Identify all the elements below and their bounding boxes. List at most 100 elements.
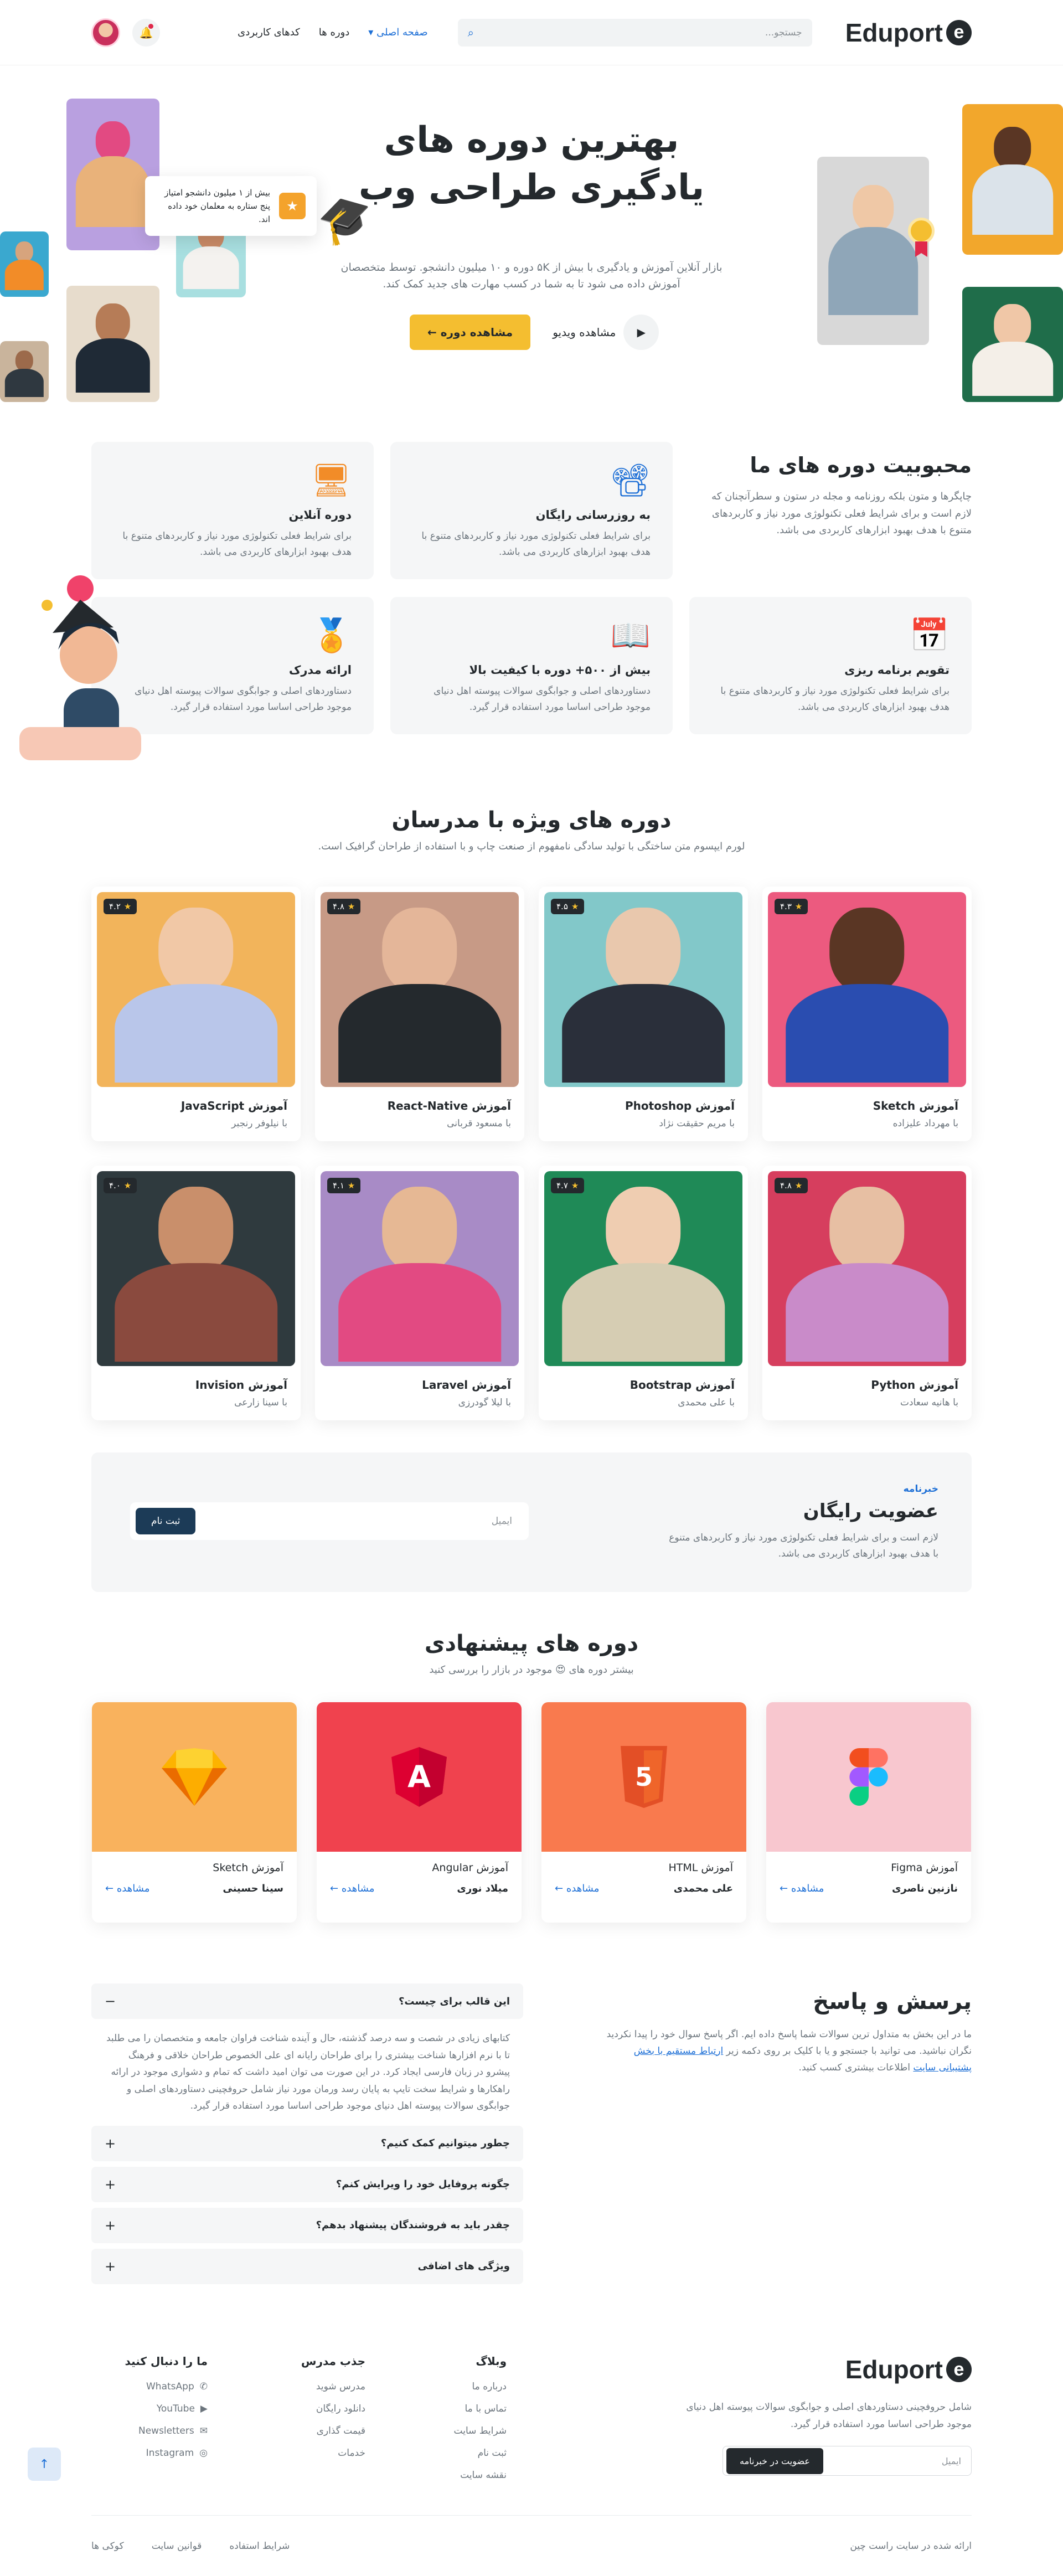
popularity-intro: محبوبیت دوره های ما چاپگرها و متون بلکه … xyxy=(695,453,972,539)
course-title[interactable]: آموزش JavaScript xyxy=(105,1099,287,1112)
menu-item-home[interactable]: صفحه اصلی ▾ xyxy=(368,27,427,38)
course-title[interactable]: آموزش React-Native xyxy=(328,1099,511,1112)
legal-links: شرایط استفاده قوانین سایت کوکی ها xyxy=(91,2541,290,2552)
star-icon: ★ xyxy=(571,901,579,911)
course-title[interactable]: آموزش Invision xyxy=(105,1378,287,1392)
feature-text: برای شرایط فعلی تکنولوژی مورد نیاز و کار… xyxy=(122,530,352,558)
course-card[interactable]: ★ ۴.۵ آموزش Photoshop با مریم حقیقت نژاد xyxy=(539,887,748,1141)
footer-link[interactable]: مدرس شوید xyxy=(301,2381,365,2392)
footer-link[interactable]: دانلود رایگان xyxy=(301,2403,365,2414)
notification-button[interactable]: 🔔 xyxy=(132,18,160,47)
menu-item-courses[interactable]: دوره ها xyxy=(319,27,350,38)
email-field[interactable]: ایمیل xyxy=(492,1516,512,1527)
faq-question-text: چطور میتوانیم کمک کنیم؟ xyxy=(380,2137,510,2150)
footer-link[interactable]: درباره ما xyxy=(454,2381,507,2392)
course-title[interactable]: آموزش Sketch xyxy=(776,1099,958,1112)
footer-link-youtube[interactable]: ▶ YouTube xyxy=(125,2403,208,2414)
course-title[interactable]: آموزش Python xyxy=(776,1378,958,1392)
faq-question-text: این قالب برای چیست؟ xyxy=(398,1995,510,2007)
newsletter-tag: خبرنامه xyxy=(903,1483,938,1495)
course-card[interactable]: ★ ۴.۸ آموزش React-Native با مسعود قربانی xyxy=(315,887,524,1141)
course-title[interactable]: آموزش Laravel xyxy=(328,1378,511,1392)
rating-card-text: بیش از ۱ میلیون دانشجو امتیاز پنج ستاره … xyxy=(164,188,270,224)
avatar[interactable] xyxy=(91,18,120,47)
view-course-link[interactable]: مشاهده ← xyxy=(780,1883,824,1894)
brand-logo[interactable]: e Eduport xyxy=(845,18,972,48)
footer-link-whatsapp[interactable]: ✆ WhatsApp xyxy=(125,2381,208,2392)
feature-card: 📅 تقویم برنامه ریزی برای شرایط فعلی تکنو… xyxy=(689,597,972,734)
legal-link[interactable]: شرایط استفاده xyxy=(229,2541,290,2552)
feature-card: 📖 بیش از ۵۰۰+ دوره با کیفیت بالا دستاورد… xyxy=(390,597,673,734)
course-title[interactable]: آموزش Figma xyxy=(780,1862,958,1874)
course-title[interactable]: آموزش HTML xyxy=(555,1862,733,1874)
course-card[interactable]: ★ ۴.۷ آموزش Bootstrap با علی محمدی xyxy=(539,1166,748,1420)
footer-link[interactable]: شرایط سایت xyxy=(454,2425,507,2436)
view-course-link[interactable]: مشاهده ← xyxy=(555,1883,599,1894)
footer-link[interactable]: خدمات xyxy=(301,2448,365,2459)
svg-text:A: A xyxy=(407,1759,431,1794)
plus-icon: + xyxy=(105,2217,116,2233)
faq-question[interactable]: چقدر باید به فروشندگان پیشنهاد بدهم؟ + xyxy=(91,2207,523,2243)
teacher-course-grid: ★ ۴.۳ آموزش Sketch با مهرداد علیزاده ★ ۴.۵ آمو… xyxy=(91,887,972,1420)
view-label: مشاهده xyxy=(341,1883,375,1894)
view-courses-button[interactable]: مشاهده دوره ← xyxy=(410,315,531,350)
suggested-course-card[interactable]: A آموزش Angular میلاد نوری مشاهده ← xyxy=(317,1702,522,1923)
footer-link-label: Instagram xyxy=(146,2448,194,2459)
footer-link[interactable]: ثبت نام xyxy=(454,2448,507,2459)
course-title[interactable]: آموزش Angular xyxy=(330,1862,508,1874)
faq-question[interactable]: چطور میتوانیم کمک کنیم؟ + xyxy=(91,2125,523,2161)
footer-link-newsletters[interactable]: ✉ Newsletters xyxy=(125,2425,208,2436)
watch-video-button[interactable]: ▶ مشاهده ویدیو xyxy=(553,315,659,350)
course-card[interactable]: ★ ۴.۰ آموزش Invision با سینا زارعی xyxy=(91,1166,301,1420)
course-thumbnail: ★ ۴.۲ xyxy=(97,892,295,1087)
teacher-photo xyxy=(338,1187,501,1366)
footer-link[interactable]: قیمت گذاری xyxy=(301,2425,365,2436)
popularity-section: محبوبیت دوره های ما چاپگرها و متون بلکه … xyxy=(19,442,972,769)
faq-question[interactable]: ویژگی های اضافی + xyxy=(91,2248,523,2284)
legal-link[interactable]: کوکی ها xyxy=(91,2541,124,2552)
suggested-course-card[interactable]: آموزش Figma نازنین ناصری مشاهده ← xyxy=(766,1702,971,1923)
play-icon: ▶ xyxy=(623,315,659,350)
footer-link-label: Newsletters xyxy=(138,2425,194,2436)
course-card[interactable]: ★ ۴.۲ آموزش JavaScript با نیلوفر رنجبر xyxy=(91,887,301,1141)
course-card[interactable]: ★ ۴.۸ آموزش Python با هانیه سعادت xyxy=(762,1166,972,1420)
view-course-link[interactable]: مشاهده ← xyxy=(330,1883,374,1894)
legal-link[interactable]: قوانین سایت xyxy=(152,2541,202,2552)
footer-link[interactable]: تماس با ما xyxy=(454,2403,507,2414)
suggested-course-card[interactable]: 5 آموزش HTML علی محمدی مشاهده ← xyxy=(541,1702,746,1923)
course-card[interactable]: ★ ۴.۳ آموزش Sketch با مهرداد علیزاده xyxy=(762,887,972,1141)
suggested-course-card[interactable]: آموزش Sketch سینا حسینی مشاهده ← xyxy=(92,1702,297,1923)
arrow-up-icon: ↑ xyxy=(39,2457,50,2471)
footer-logo[interactable]: e Eduport xyxy=(684,2355,972,2384)
suggested-courses-section: دوره های پیشنهادی بیشتر دوره های 😍 موجود… xyxy=(91,1631,972,1923)
back-to-top-button[interactable]: ↑ xyxy=(28,2448,61,2481)
footer-link[interactable]: نقشه سایت xyxy=(454,2470,507,2481)
star-icon: ★ xyxy=(794,1181,803,1191)
signup-button[interactable]: ثبت نام xyxy=(136,1508,196,1534)
arrow-left-icon: ← xyxy=(105,1883,114,1894)
search-input[interactable]: جستجو... xyxy=(765,27,802,38)
view-course-link[interactable]: مشاهده ← xyxy=(105,1883,149,1894)
rating-value: ۴.۲ xyxy=(109,901,121,911)
course-title[interactable]: آموزش Sketch xyxy=(105,1862,283,1874)
plus-icon: + xyxy=(105,2176,116,2192)
faq-question[interactable]: چگونه پروفایل خود را ویرایش کنم؟ + xyxy=(91,2166,523,2202)
plus-icon: + xyxy=(105,2258,116,2274)
hero-section: ★ بیش از ۱ میلیون دانشجو امتیاز پنج ستار… xyxy=(0,65,1063,402)
section-subtitle: بیشتر دوره های 😍 موجود در بازار را بررسی… xyxy=(429,1664,634,1676)
course-title[interactable]: آموزش Bootstrap xyxy=(552,1378,735,1392)
hero-title: بهترین دوره های یادگیری طراحی وب xyxy=(358,120,705,209)
course-thumbnail xyxy=(766,1702,971,1852)
course-title[interactable]: آموزش Photoshop xyxy=(552,1099,735,1112)
search-bar[interactable]: جستجو... ⌕ xyxy=(457,18,812,47)
course-thumbnail: ★ ۴.۷ xyxy=(544,1171,742,1366)
email-field[interactable]: ایمیل xyxy=(942,2456,961,2466)
subscribe-button[interactable]: عضویت در خبرنامه xyxy=(726,2448,823,2474)
search-icon[interactable]: ⌕ xyxy=(468,26,474,39)
course-thumbnail: ★ ۴.۰ xyxy=(97,1171,295,1366)
menu-item-snippets[interactable]: کدهای کاربردی xyxy=(238,27,300,38)
faq-question[interactable]: این قالب برای چیست؟ − xyxy=(91,1983,523,2019)
course-card-footer: میلاد نوری مشاهده ← xyxy=(330,1883,508,1894)
course-card[interactable]: ★ ۴.۱ آموزش Laravel با لیلا گودرزی xyxy=(315,1166,524,1420)
footer-link-instagram[interactable]: ◎ Instagram xyxy=(125,2448,208,2459)
